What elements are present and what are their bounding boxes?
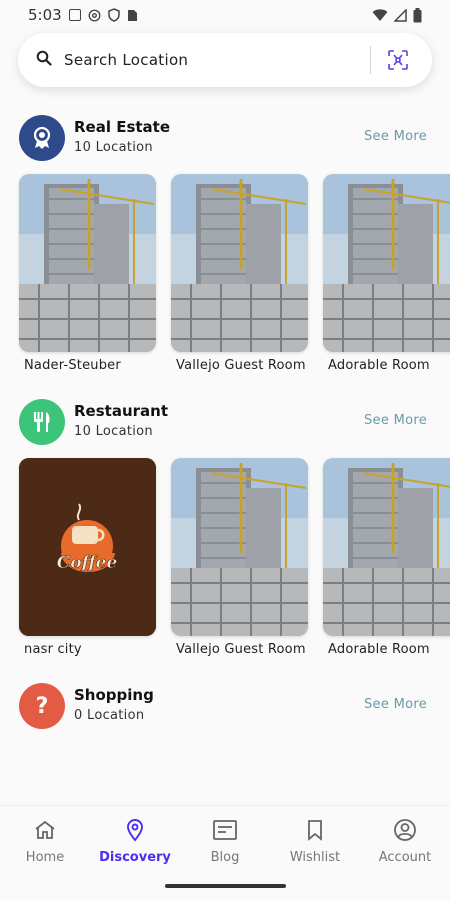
nav-label: Wishlist: [289, 850, 341, 865]
section-title: Restaurant: [74, 402, 168, 420]
screenshot-icon: [68, 9, 81, 21]
wifi-icon: [372, 8, 388, 22]
bookmark-icon: [303, 818, 327, 846]
status-time: 5:03: [28, 6, 62, 24]
card-label: Vallejo Guest Room: [176, 358, 306, 373]
building-image: [19, 174, 156, 352]
location-card[interactable]: Adorable Room: [323, 174, 450, 373]
nav-label: Home: [25, 850, 65, 865]
location-card[interactable]: Coffee nasr city: [19, 458, 156, 657]
building-image: [323, 458, 450, 636]
building-image: [171, 174, 308, 352]
location-pin-icon: [123, 818, 147, 846]
nav-label: Blog: [210, 850, 240, 865]
nav-label: Account: [378, 850, 432, 865]
sim-card-icon: [127, 9, 138, 22]
search-bar[interactable]: Search Location: [18, 33, 432, 87]
nav-account[interactable]: Account: [360, 818, 450, 865]
section-count: 10 Location: [74, 424, 153, 439]
coffee-logo-image: Coffee: [19, 458, 156, 636]
account-icon: [393, 818, 417, 846]
search-icon: [36, 50, 52, 70]
signal-icon: [394, 8, 407, 22]
question-icon: ?: [19, 683, 65, 729]
section-title: Shopping: [74, 686, 154, 704]
nav-home[interactable]: Home: [0, 818, 90, 865]
card-label: Adorable Room: [328, 642, 430, 657]
battery-icon: [413, 7, 422, 23]
section-restaurant: Restaurant 10 Location See More Coffee n…: [0, 399, 450, 657]
at-icon: [88, 9, 101, 22]
shield-icon: [107, 8, 120, 22]
section-count: 0 Location: [74, 708, 145, 723]
home-icon: [33, 818, 57, 846]
search-divider: [370, 46, 371, 74]
card-label: Nader-Steuber: [24, 358, 121, 373]
location-card[interactable]: Adorable Room: [323, 458, 450, 657]
home-indicator[interactable]: [165, 884, 286, 888]
location-card[interactable]: Vallejo Guest Room: [171, 174, 308, 373]
card-label: nasr city: [24, 642, 82, 657]
scan-icon[interactable]: [388, 50, 408, 74]
see-more-link[interactable]: See More: [364, 413, 427, 428]
see-more-link[interactable]: See More: [364, 697, 427, 712]
nav-label: Discovery: [99, 850, 171, 865]
location-card[interactable]: Nader-Steuber: [19, 174, 156, 373]
location-card[interactable]: Vallejo Guest Room: [171, 458, 308, 657]
section-shopping: ? Shopping 0 Location See More: [0, 683, 450, 733]
building-image: [171, 458, 308, 636]
search-input[interactable]: Search Location: [64, 51, 188, 69]
section-count: 10 Location: [74, 140, 153, 155]
card-label: Adorable Room: [328, 358, 430, 373]
status-bar: 5:03: [0, 0, 450, 30]
building-image: [323, 174, 450, 352]
blog-icon: [212, 818, 238, 846]
section-real-estate: Real Estate 10 Location See More Nader-S…: [0, 115, 450, 373]
real-estate-icon: [19, 115, 65, 161]
see-more-link[interactable]: See More: [364, 129, 427, 144]
section-title: Real Estate: [74, 118, 171, 136]
card-label: Vallejo Guest Room: [176, 642, 306, 657]
coffee-logo-text: Coffee: [57, 553, 118, 573]
nav-discovery[interactable]: Discovery: [90, 818, 180, 865]
fork-knife-icon: [19, 399, 65, 445]
nav-wishlist[interactable]: Wishlist: [270, 818, 360, 865]
nav-blog[interactable]: Blog: [180, 818, 270, 865]
